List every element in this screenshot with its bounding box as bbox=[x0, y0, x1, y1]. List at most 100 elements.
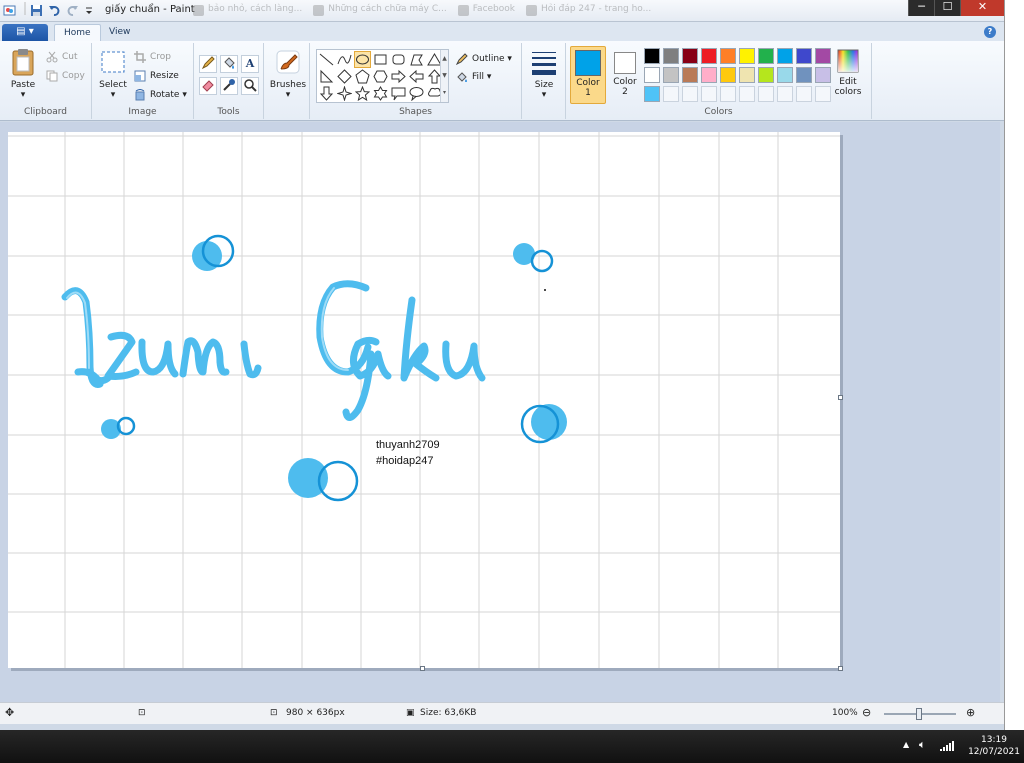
custom-color-slot[interactable] bbox=[701, 86, 717, 102]
zoom-in-icon[interactable]: ⊕ bbox=[966, 706, 975, 719]
zoom-slider-thumb[interactable] bbox=[916, 708, 922, 720]
paint-app-icon[interactable] bbox=[3, 4, 16, 17]
hexagon-shape-icon[interactable] bbox=[373, 69, 388, 84]
pentagon-shape-icon[interactable] bbox=[355, 69, 370, 84]
cut-button[interactable]: Cut bbox=[46, 50, 78, 64]
rotate-button[interactable]: Rotate ▾ bbox=[134, 88, 187, 102]
color1-button[interactable]: Color 1 bbox=[570, 46, 606, 104]
right-triangle-shape-icon[interactable] bbox=[319, 69, 334, 84]
canvas-resize-handle-right[interactable] bbox=[838, 395, 843, 400]
magnifier-icon[interactable] bbox=[241, 77, 259, 95]
palette-swatch[interactable] bbox=[796, 48, 812, 64]
close-button[interactable]: ✕ bbox=[960, 0, 1004, 16]
palette-swatch[interactable] bbox=[682, 67, 698, 83]
zoom-slider[interactable] bbox=[884, 708, 956, 720]
palette-swatch[interactable] bbox=[739, 48, 755, 64]
polygon-shape-icon[interactable] bbox=[409, 52, 424, 67]
custom-color-slot[interactable] bbox=[682, 86, 698, 102]
oval-callout-shape-icon[interactable] bbox=[409, 86, 424, 101]
redo-icon[interactable] bbox=[66, 4, 79, 17]
oval-shape-icon[interactable] bbox=[354, 51, 371, 68]
undo-icon[interactable] bbox=[48, 4, 61, 17]
fill-bucket-icon[interactable] bbox=[220, 55, 238, 73]
down-arrow-shape-icon[interactable] bbox=[319, 86, 334, 101]
curve-shape-icon[interactable] bbox=[337, 52, 352, 67]
edit-colors-button[interactable]: Edit colors bbox=[832, 48, 864, 97]
six-point-star-icon[interactable] bbox=[373, 86, 388, 101]
palette-swatch[interactable] bbox=[682, 48, 698, 64]
colors-group-label: Colors bbox=[704, 107, 733, 117]
right-arrow-shape-icon[interactable] bbox=[391, 69, 406, 84]
canvas-resize-handle-bottom[interactable] bbox=[420, 666, 425, 671]
color-picker-icon[interactable] bbox=[220, 77, 238, 95]
rounded-rectangle-shape-icon[interactable] bbox=[391, 52, 406, 67]
custom-color-slot[interactable] bbox=[739, 86, 755, 102]
maximize-button[interactable]: ☐ bbox=[934, 0, 960, 16]
paint-window: giấy chuẩn - Paint bảo nhỏ, cách làng...… bbox=[0, 0, 1004, 730]
palette-swatch[interactable] bbox=[644, 67, 660, 83]
tab-view[interactable]: View bbox=[100, 24, 139, 42]
drawing-canvas[interactable]: thuyanh2709 #hoidap247 bbox=[8, 132, 840, 668]
zoom-out-icon[interactable]: ⊖ bbox=[862, 706, 871, 719]
palette-swatch[interactable] bbox=[815, 48, 831, 64]
palette-swatch[interactable] bbox=[644, 48, 660, 64]
palette-swatch[interactable] bbox=[663, 67, 679, 83]
custom-color-slot[interactable] bbox=[796, 86, 812, 102]
palette-swatch[interactable] bbox=[663, 48, 679, 64]
tab-home[interactable]: Home bbox=[54, 24, 101, 42]
clock[interactable]: 13:19 12/07/2021 bbox=[966, 734, 1022, 758]
custom-color-slot[interactable] bbox=[663, 86, 679, 102]
palette-swatch[interactable] bbox=[701, 67, 717, 83]
palette-swatch[interactable] bbox=[720, 48, 736, 64]
palette-swatch[interactable] bbox=[796, 67, 812, 83]
custom-color-slot[interactable] bbox=[720, 86, 736, 102]
volume-icon[interactable]: 🔈︎ bbox=[919, 738, 926, 752]
help-icon[interactable]: ? bbox=[984, 26, 996, 38]
rectangle-shape-icon[interactable] bbox=[373, 52, 388, 67]
custom-color-slot[interactable] bbox=[758, 86, 774, 102]
palette-swatch[interactable] bbox=[758, 67, 774, 83]
palette-swatch[interactable] bbox=[701, 48, 717, 64]
palette-swatch[interactable] bbox=[815, 67, 831, 83]
paste-button[interactable]: Paste ▾ bbox=[6, 47, 40, 100]
minimize-button[interactable]: ─ bbox=[908, 0, 934, 16]
file-menu-button[interactable]: ▤ ▾ bbox=[2, 24, 48, 41]
five-point-star-icon[interactable] bbox=[355, 86, 370, 101]
edit-colors-label-line1: Edit bbox=[839, 77, 857, 87]
crop-button[interactable]: Crop bbox=[134, 50, 171, 64]
fill-button[interactable]: Fill ▾ bbox=[456, 70, 491, 84]
palette-swatch[interactable] bbox=[644, 86, 660, 102]
diamond-shape-icon[interactable] bbox=[337, 69, 352, 84]
canvas-resize-handle-corner[interactable] bbox=[838, 666, 843, 671]
image-group-label: Image bbox=[128, 107, 157, 117]
network-signal-icon[interactable] bbox=[940, 741, 954, 751]
resize-button[interactable]: Resize bbox=[134, 69, 179, 83]
palette-swatch[interactable] bbox=[758, 48, 774, 64]
select-button[interactable]: Select ▾ bbox=[96, 47, 130, 100]
left-arrow-shape-icon[interactable] bbox=[409, 69, 424, 84]
color2-button[interactable]: Color 2 bbox=[608, 46, 642, 104]
color1-label-line2: 1 bbox=[585, 88, 591, 98]
palette-swatch[interactable] bbox=[739, 67, 755, 83]
background-tab: Facebook bbox=[455, 0, 523, 22]
outline-button[interactable]: Outline ▾ bbox=[456, 52, 512, 66]
palette-swatch[interactable] bbox=[777, 67, 793, 83]
rect-callout-shape-icon[interactable] bbox=[391, 86, 406, 101]
four-point-star-icon[interactable] bbox=[337, 86, 352, 101]
custom-color-slot[interactable] bbox=[777, 86, 793, 102]
customize-quick-access-icon[interactable] bbox=[84, 4, 94, 17]
palette-swatch[interactable] bbox=[720, 67, 736, 83]
pencil-icon[interactable] bbox=[199, 55, 217, 73]
brushes-button[interactable]: Brushes ▾ bbox=[268, 47, 308, 100]
size-button[interactable]: Size ▾ bbox=[526, 49, 562, 100]
selection-size-icon: ⊡ bbox=[138, 708, 146, 718]
shapes-scroll-arrows[interactable]: ▲ ▼ ▾ bbox=[440, 50, 448, 102]
save-icon[interactable] bbox=[30, 4, 43, 17]
line-shape-icon[interactable] bbox=[319, 52, 334, 67]
copy-button[interactable]: Copy bbox=[46, 69, 85, 83]
eraser-icon[interactable] bbox=[199, 77, 217, 95]
custom-color-slot[interactable] bbox=[815, 86, 831, 102]
palette-swatch[interactable] bbox=[777, 48, 793, 64]
show-hidden-icons-icon[interactable]: ▲ bbox=[903, 740, 909, 749]
text-tool-icon[interactable]: A bbox=[241, 55, 259, 73]
